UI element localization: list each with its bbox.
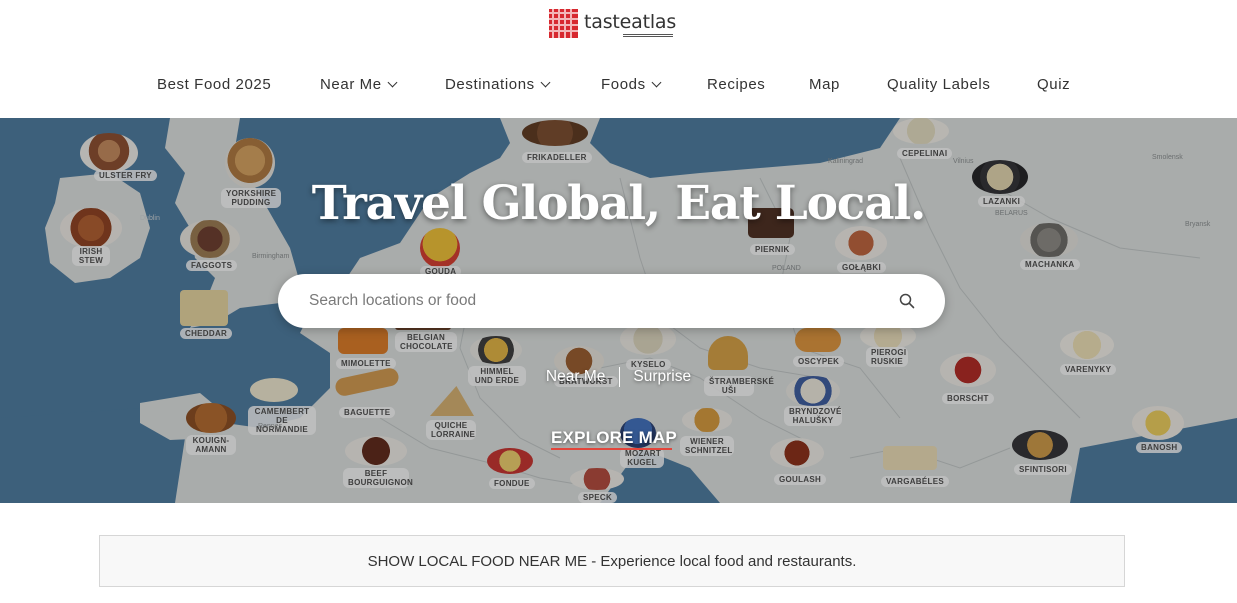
chevron-down-icon [387, 77, 398, 88]
surprise-link[interactable]: Surprise [633, 368, 691, 386]
nav-map[interactable]: Map [809, 76, 840, 93]
chevron-down-icon [651, 77, 662, 88]
nav-near-me[interactable]: Near Me [320, 76, 398, 93]
search-icon[interactable] [899, 293, 915, 309]
hero-title: Travel Global, Eat Local. [311, 176, 927, 231]
quick-links: Near Me Surprise [0, 367, 1237, 387]
near-me-link[interactable]: Near Me [546, 368, 605, 386]
nav-best-food-2025[interactable]: Best Food 2025 [157, 76, 271, 93]
quick-links-divider [619, 367, 621, 387]
search-input[interactable] [309, 289, 869, 313]
banner-text: SHOW LOCAL FOOD NEAR ME - Experience loc… [367, 552, 857, 570]
checkered-logo-icon [549, 9, 578, 38]
hero-map[interactable]: ULSTER FRY YORKSHIRE PUDDING IRISH STEW … [0, 118, 1237, 503]
local-food-banner[interactable]: SHOW LOCAL FOOD NEAR ME - Experience loc… [99, 535, 1125, 587]
logo-underline [623, 33, 673, 37]
chevron-down-icon [540, 77, 551, 88]
nav-recipes[interactable]: Recipes [707, 76, 765, 93]
main-nav: Best Food 2025 Near Me Destinations Food… [0, 76, 1237, 98]
logo[interactable]: tasteatlas [549, 9, 676, 38]
nav-foods[interactable]: Foods [601, 76, 662, 93]
explore-map-link[interactable]: EXPLORE MAP [551, 428, 677, 448]
site-header: tasteatlas Best Food 2025 Near Me Destin… [0, 0, 1237, 118]
nav-destinations[interactable]: Destinations [445, 76, 551, 93]
explore-map-underline [551, 448, 672, 450]
search-bar[interactable] [278, 274, 945, 328]
nav-quality-labels[interactable]: Quality Labels [887, 76, 990, 93]
logo-text: tasteatlas [584, 11, 676, 37]
nav-quiz[interactable]: Quiz [1037, 76, 1070, 93]
